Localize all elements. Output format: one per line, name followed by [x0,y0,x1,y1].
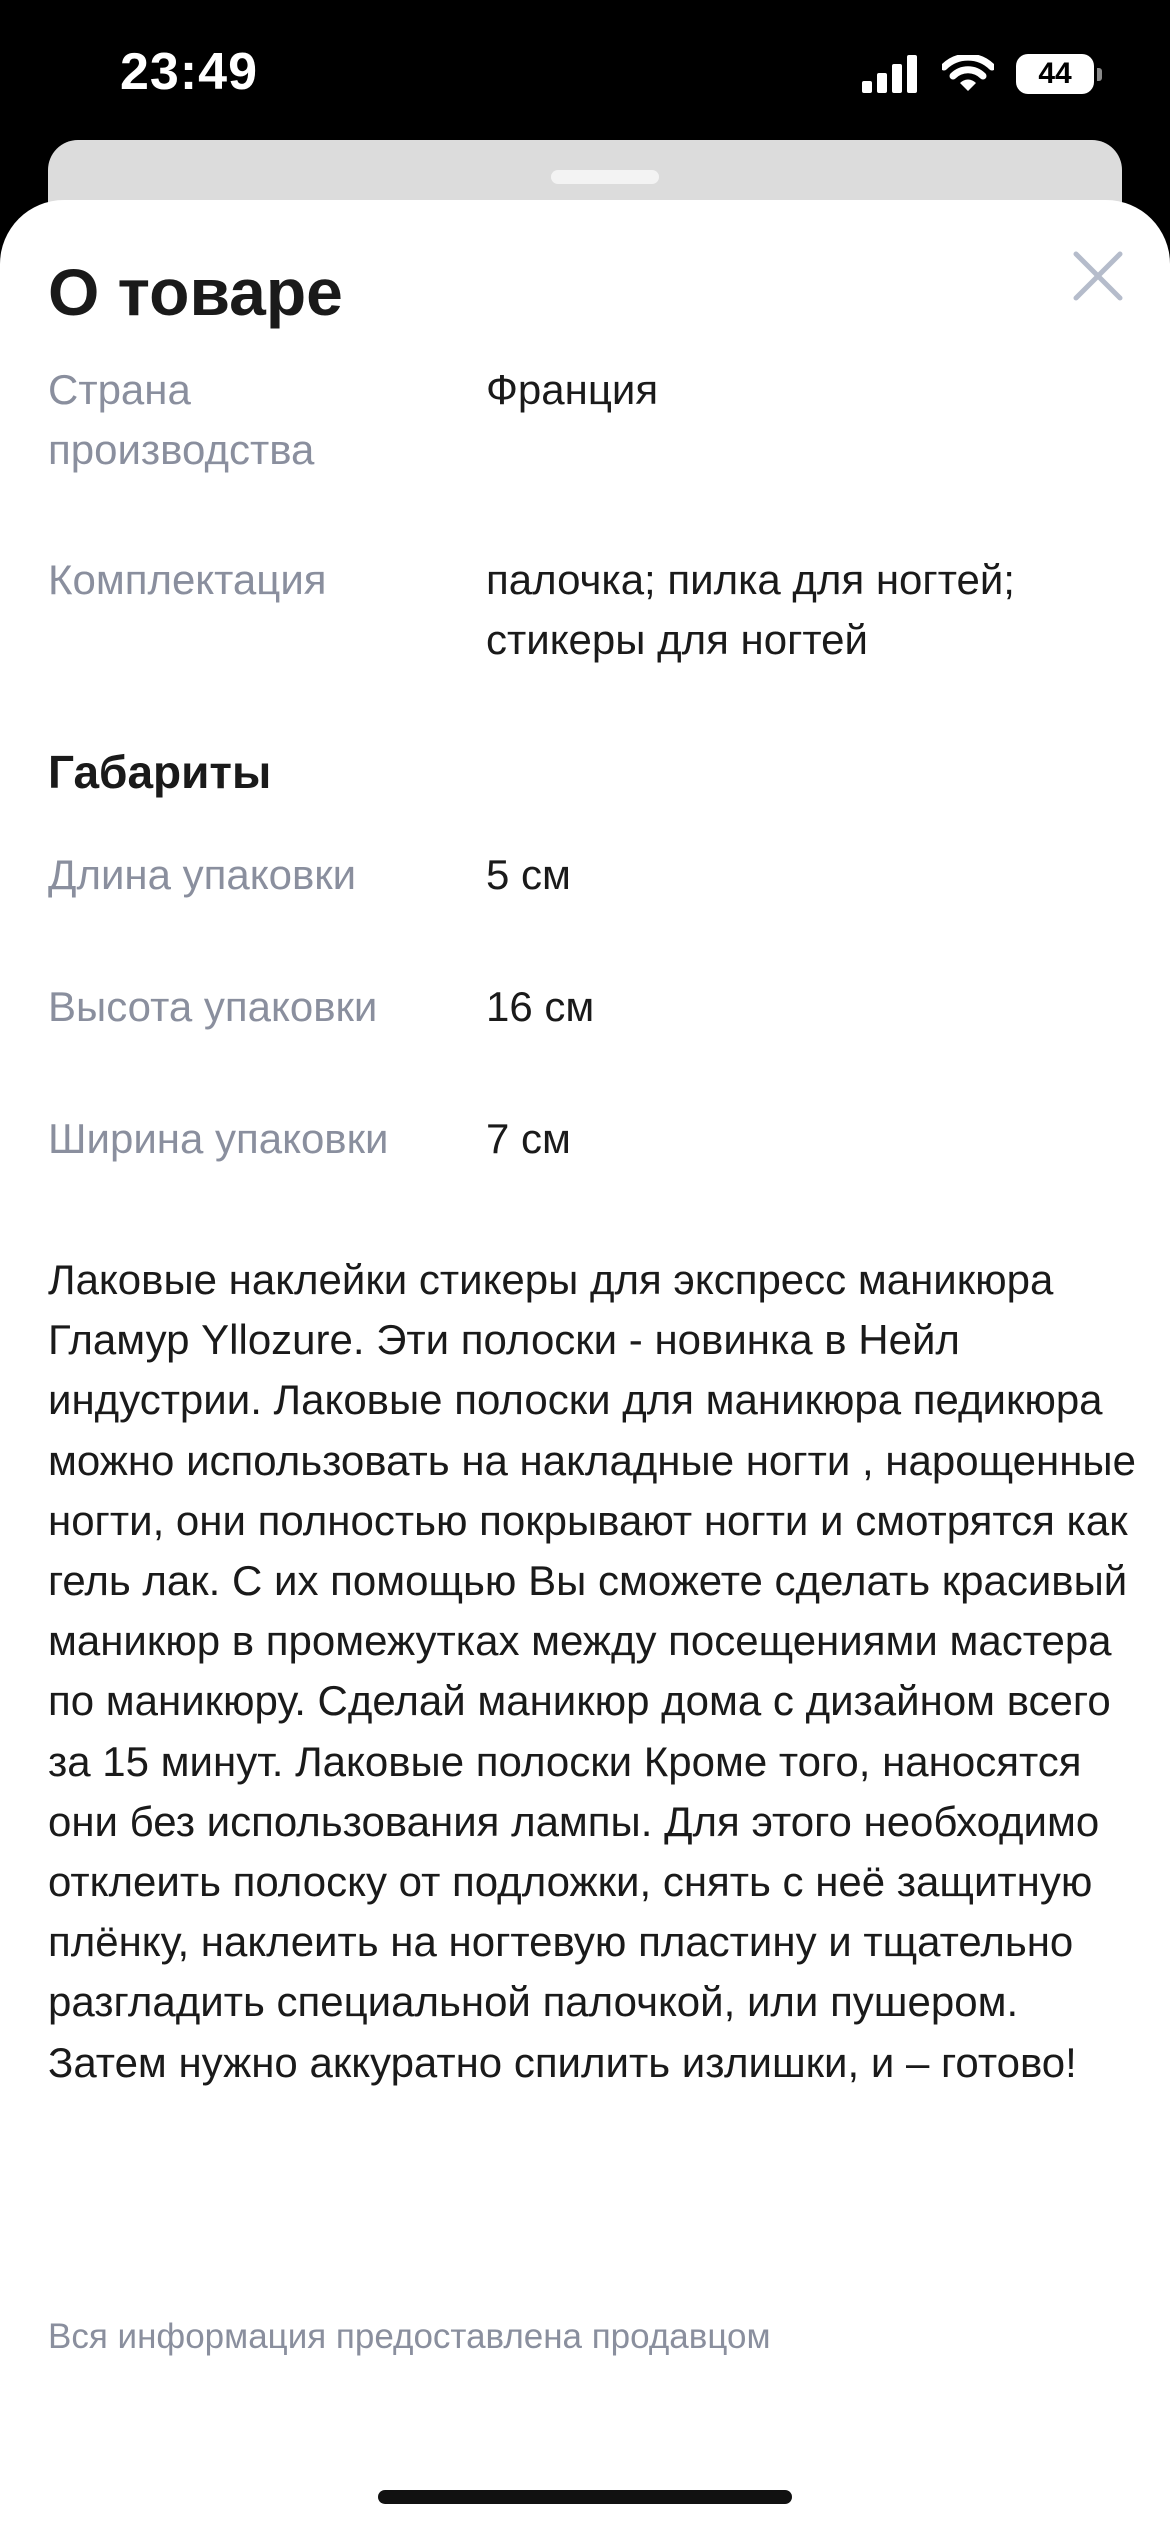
status-icons: 44 [862,54,1102,94]
cellular-signal-icon [862,55,917,93]
product-description: Лаковые наклейки стикеры для экспресс ма… [48,1256,1136,2086]
attribute-label: Страна производства [48,366,315,473]
sheet-grabber[interactable] [551,170,659,184]
sheet-title: О товаре [48,255,343,329]
battery-icon: 44 [1016,54,1102,94]
dimension-label: Ширина упаковки [48,1115,389,1162]
dimension-value: 7 см [486,1115,571,1162]
dimension-value: 16 см [486,983,595,1030]
wifi-icon [942,55,994,91]
seller-info-note: Вся информация предоставлена продавцом [48,2317,771,2356]
dimension-value: 5 см [486,851,571,898]
dimensions-title: Габариты [48,746,272,798]
home-indicator[interactable] [378,2490,792,2504]
battery-level: 44 [1038,57,1072,90]
attribute-value: палочка; пилка для ногтей; стикеры для н… [486,556,1015,663]
battery-cap [1097,68,1102,81]
dimension-label: Длина упаковки [48,851,357,898]
status-time: 23:49 [120,43,258,101]
status-bar: 23:49 44 [0,0,1170,140]
attribute-label: Комплектация [48,556,327,603]
product-info-sheet: О товаре Страна производства Франция Ком… [0,200,1170,2532]
attribute-value: Франция [486,366,659,413]
dimension-label: Высота упаковки [48,983,378,1030]
close-icon[interactable] [1072,250,1124,302]
